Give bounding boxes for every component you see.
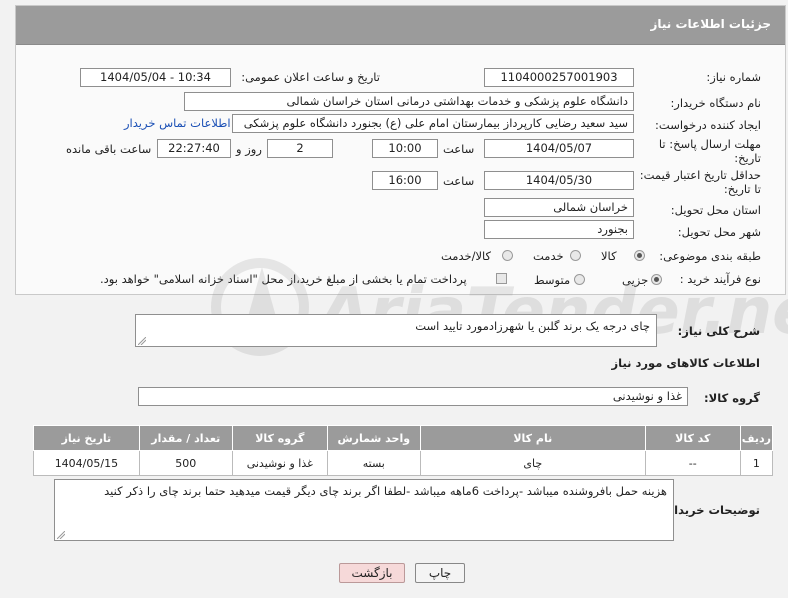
validity-time-label: ساعت bbox=[443, 174, 475, 188]
buyer-org-label: نام دستگاه خریدار: bbox=[670, 96, 761, 110]
province-field: خراسان شمالی bbox=[484, 198, 634, 217]
category-option-service: خدمت bbox=[533, 249, 564, 263]
deadline-time-field: 10:00 bbox=[372, 139, 438, 158]
deadline-label: مهلت ارسال پاسخ: تا تاریخ: bbox=[658, 137, 761, 165]
process-radio-minor[interactable] bbox=[651, 274, 662, 285]
description-textarea: چای درجه یک برند گلبن یا شهرزادمورد تایی… bbox=[135, 314, 657, 347]
announce-field: 1404/05/04 - 10:34 bbox=[80, 68, 231, 87]
col-code: کد کالا bbox=[644, 425, 741, 451]
cell-unit: بسته bbox=[326, 450, 421, 476]
buyer-org-field: دانشگاه علوم پزشکی و خدمات بهداشتی درمان… bbox=[184, 92, 634, 111]
cell-row: 1 bbox=[739, 450, 774, 476]
buyer-notes-text: هزینه حمل بافروشنده میباشد -پرداخت 6ماهه… bbox=[104, 484, 667, 498]
description-text: چای درجه یک برند گلبن یا شهرزادمورد تایی… bbox=[415, 319, 650, 333]
process-option-minor: جزیی bbox=[622, 273, 649, 287]
category-label: طبقه بندی موضوعی: bbox=[659, 249, 761, 263]
col-quantity: تعداد / مقدار bbox=[138, 425, 233, 451]
goods-table-header: ردیف کد کالا نام کالا واحد شمارش گروه کا… bbox=[33, 425, 774, 451]
cell-group: غذا و نوشیدنی bbox=[231, 450, 328, 476]
city-label: شهر محل تحویل: bbox=[677, 225, 761, 239]
resize-grip-icon[interactable] bbox=[57, 531, 65, 539]
deadline-time-label: ساعت bbox=[443, 142, 475, 156]
validity-label: حداقل تاریخ اعتبار قیمت: تا تاریخ: bbox=[639, 168, 761, 196]
validity-date-field: 1404/05/30 bbox=[484, 171, 634, 190]
col-row: ردیف bbox=[739, 425, 774, 451]
validity-time-field: 16:00 bbox=[372, 171, 438, 190]
days-remaining-field: 2 bbox=[267, 139, 333, 158]
creator-field: سید سعید رضایی کارپرداز بیمارستان امام ع… bbox=[232, 114, 634, 133]
need-number-field: 1104000257001903 bbox=[484, 68, 634, 87]
goods-group-field: غذا و نوشیدنی bbox=[138, 387, 688, 406]
back-button[interactable]: بازگشت bbox=[339, 563, 405, 583]
announce-label: تاریخ و ساعت اعلان عمومی: bbox=[241, 70, 380, 84]
goods-table: ردیف کد کالا نام کالا واحد شمارش گروه کا… bbox=[33, 425, 774, 476]
description-label: شرح کلی نیاز: bbox=[677, 324, 760, 338]
buyer-contact-link[interactable]: اطلاعات تماس خریدار bbox=[124, 116, 231, 130]
remaining-time-field: 22:27:40 bbox=[157, 139, 231, 158]
deadline-date-field: 1404/05/07 bbox=[484, 139, 634, 158]
process-label: نوع فرآیند خرید : bbox=[679, 272, 761, 286]
category-radio-service[interactable] bbox=[570, 250, 581, 261]
need-number-label: شماره نیاز: bbox=[706, 70, 761, 84]
goods-section-title: اطلاعات کالاهای مورد نیاز bbox=[611, 356, 760, 370]
days-label: روز و bbox=[236, 142, 262, 156]
cell-code: -- bbox=[644, 450, 741, 476]
category-option-goods-service: کالا/خدمت bbox=[441, 249, 492, 263]
col-group: گروه کالا bbox=[231, 425, 328, 451]
print-button[interactable]: چاپ bbox=[415, 563, 465, 583]
remaining-label: ساعت باقی مانده bbox=[66, 142, 152, 156]
treasury-note: پرداخت تمام یا بخشی از مبلغ خرید،از محل … bbox=[100, 272, 467, 286]
panel-header: جزئیات اطلاعات نیاز bbox=[16, 6, 785, 45]
category-radio-goods[interactable] bbox=[634, 250, 645, 261]
col-need-date: تاریخ نیاز bbox=[33, 425, 140, 451]
cell-name: چای bbox=[419, 450, 646, 476]
resize-grip-icon[interactable] bbox=[138, 337, 146, 345]
buyer-notes-label: توضیحات خریدار: bbox=[662, 503, 760, 517]
creator-label: ایجاد کننده درخواست: bbox=[655, 118, 761, 132]
buyer-notes-textarea: هزینه حمل بافروشنده میباشد -پرداخت 6ماهه… bbox=[54, 479, 674, 541]
col-unit: واحد شمارش bbox=[326, 425, 421, 451]
col-name: نام کالا bbox=[419, 425, 646, 451]
treasury-checkbox[interactable] bbox=[496, 273, 507, 284]
province-label: استان محل تحویل: bbox=[670, 203, 761, 217]
cell-quantity: 500 bbox=[138, 450, 233, 476]
panel-title: جزئیات اطلاعات نیاز bbox=[650, 17, 771, 31]
process-option-medium: متوسط bbox=[534, 273, 571, 287]
category-option-goods: کالا bbox=[601, 249, 617, 263]
city-field: بجنورد bbox=[484, 220, 634, 239]
category-radio-goods-service[interactable] bbox=[502, 250, 513, 261]
cell-need-date: 1404/05/15 bbox=[33, 450, 140, 476]
table-row: 1 -- چای بسته غذا و نوشیدنی 500 1404/05/… bbox=[33, 450, 774, 476]
goods-group-label: گروه کالا: bbox=[704, 391, 760, 405]
process-radio-medium[interactable] bbox=[574, 274, 585, 285]
